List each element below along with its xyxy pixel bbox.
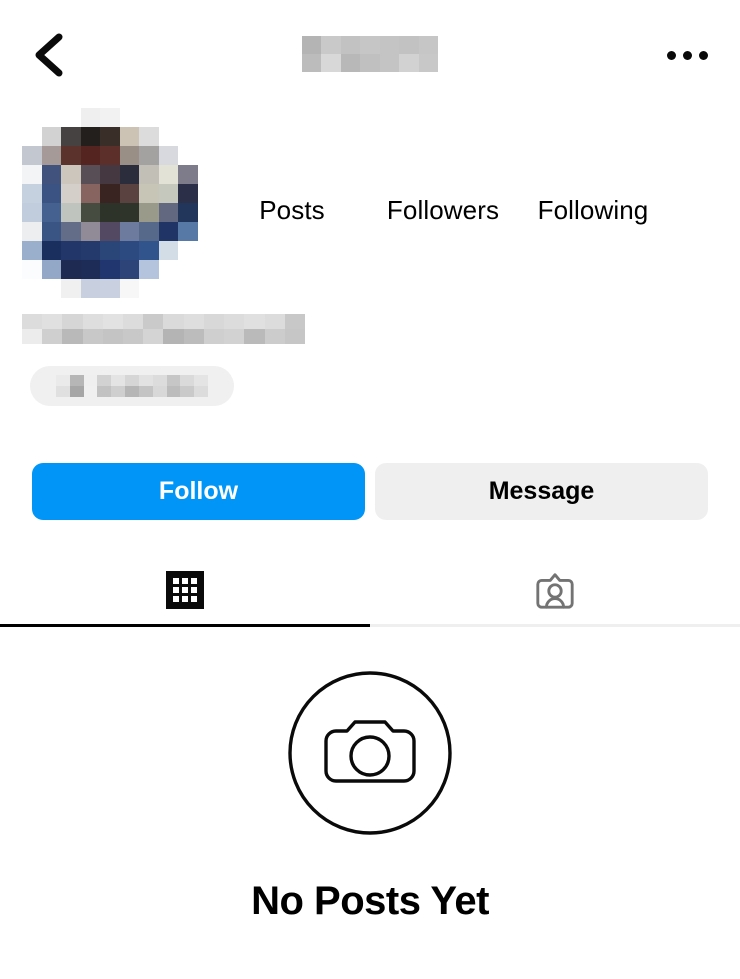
tagged-person-icon <box>536 572 574 609</box>
more-options-icon <box>666 50 676 60</box>
tab-grid[interactable] <box>0 555 370 627</box>
profile-tabs <box>0 555 740 627</box>
profile-actions: Follow Message <box>0 406 740 520</box>
profile-header <box>0 0 740 108</box>
stat-posts-label: Posts <box>259 195 325 225</box>
follow-button[interactable]: Follow <box>32 463 365 520</box>
stat-followers-label: Followers <box>386 195 500 225</box>
profile-summary: Posts Followers Following <box>0 108 740 298</box>
profile-stats: Posts Followers Following <box>198 108 740 226</box>
profile-name-area <box>0 298 740 344</box>
grid-icon <box>166 570 204 609</box>
more-options-icon <box>682 50 692 60</box>
empty-state-title: No Posts Yet <box>251 879 489 923</box>
more-options-icon <box>698 50 708 60</box>
message-button[interactable]: Message <box>375 463 708 520</box>
stat-following[interactable]: Following <box>518 194 668 226</box>
category-badge[interactable] <box>30 366 234 406</box>
redacted-username <box>302 36 438 72</box>
header-username <box>0 36 740 72</box>
redacted-display-name <box>22 314 305 344</box>
stat-followers[interactable]: Followers <box>368 194 518 226</box>
stat-posts[interactable]: Posts <box>216 194 368 226</box>
options-button[interactable] <box>656 30 718 80</box>
empty-state: No Posts Yet <box>0 627 740 924</box>
camera-icon <box>288 671 452 835</box>
redacted-category-text <box>56 375 208 397</box>
tab-tagged[interactable] <box>370 555 740 627</box>
stat-following-label: Following <box>537 195 649 225</box>
profile-category-area <box>0 344 740 406</box>
redacted-avatar-image <box>22 108 198 298</box>
avatar[interactable] <box>22 108 198 298</box>
